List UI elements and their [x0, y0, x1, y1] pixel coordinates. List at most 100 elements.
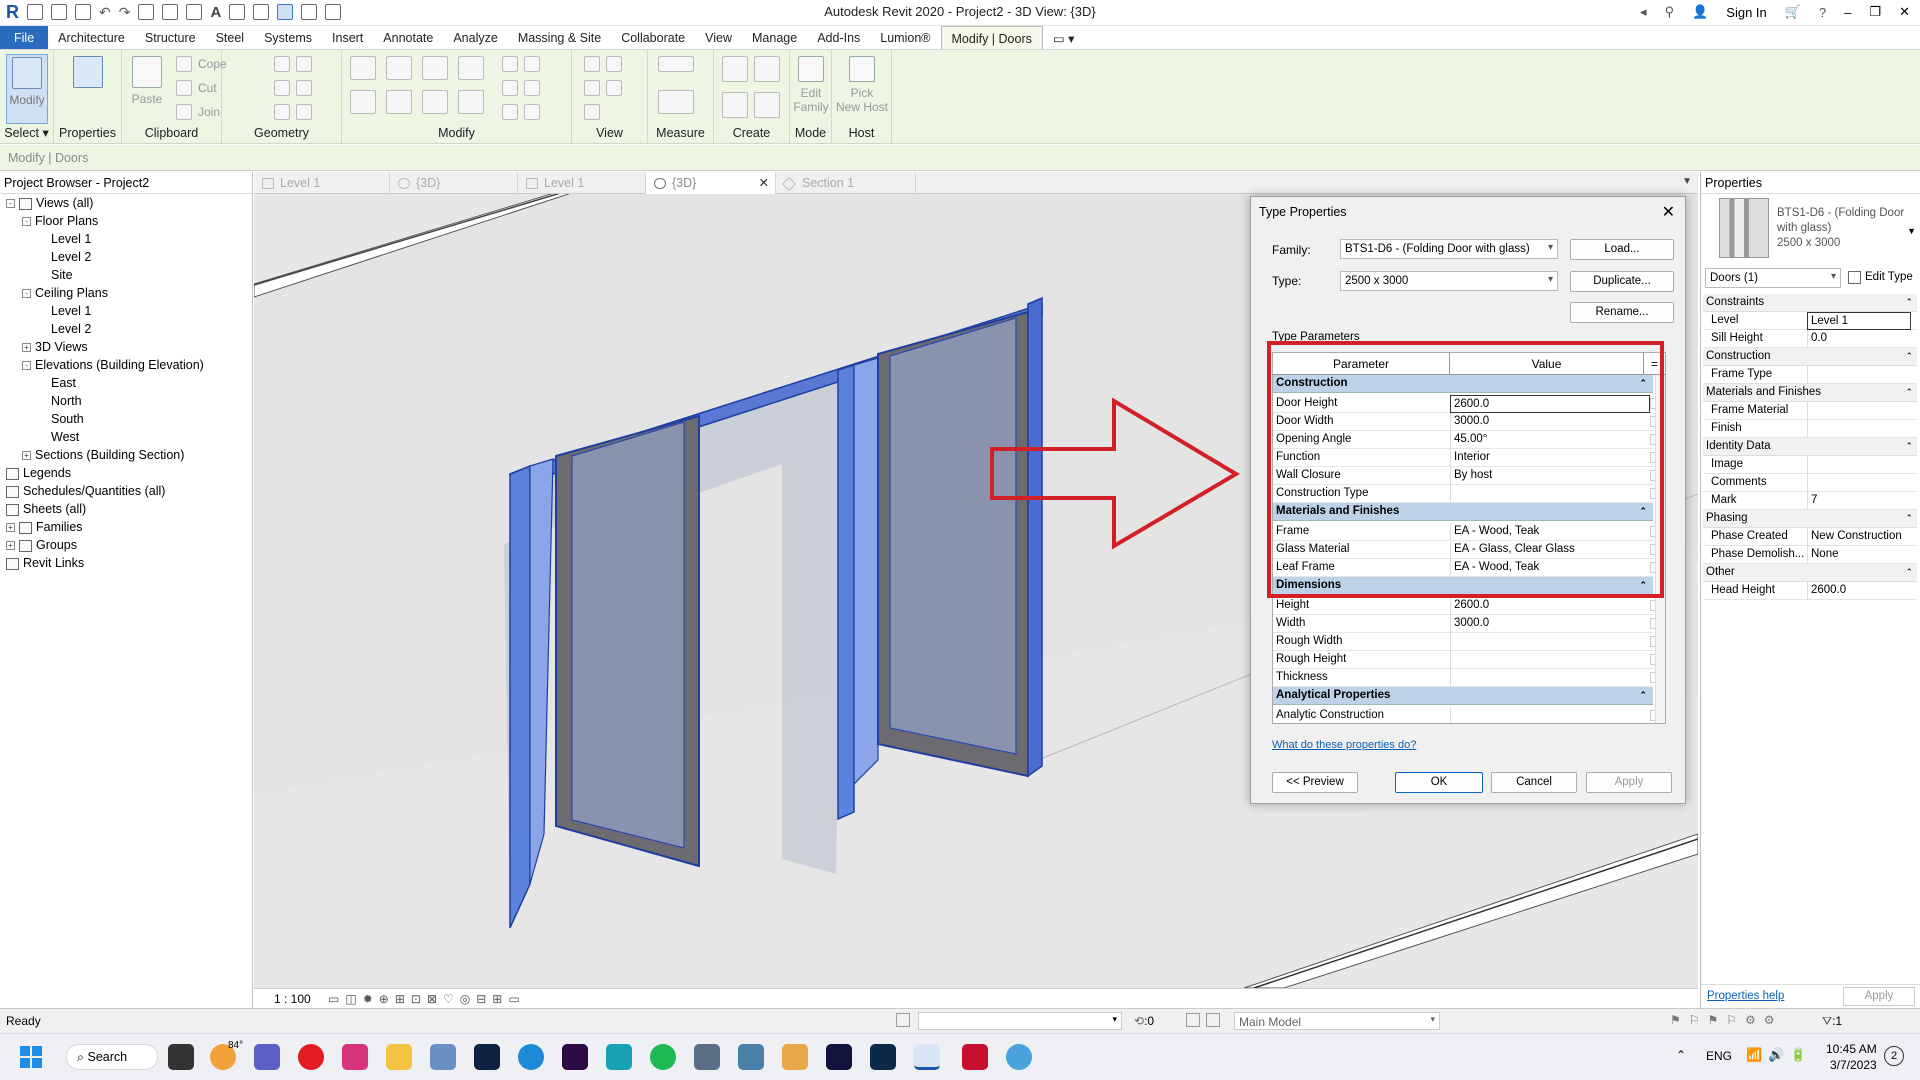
parameter-value-field[interactable] [1450, 633, 1650, 651]
modify-button[interactable]: Modify [6, 54, 48, 124]
property-value-field[interactable]: Level 1 [1807, 312, 1911, 330]
move-icon[interactable] [350, 90, 376, 114]
photoshop-icon[interactable] [870, 1044, 896, 1070]
mirror-icon[interactable] [422, 56, 448, 80]
collapse-group-icon[interactable]: ⌃ [1905, 510, 1913, 527]
collapse-icon[interactable]: - [22, 361, 31, 371]
ribbon-tab[interactable]: Insert [322, 26, 373, 49]
language-indicator[interactable]: ENG [1706, 1049, 1732, 1063]
array-icon[interactable] [524, 56, 540, 72]
filter-icon[interactable] [606, 80, 622, 96]
instagram-icon[interactable] [342, 1044, 368, 1070]
collapse-group-icon[interactable]: ⌃ [1639, 503, 1647, 520]
properties-help-link[interactable]: Properties help [1707, 990, 1784, 1002]
dialog-close-icon[interactable]: ✕ [1662, 202, 1675, 222]
property-value-field[interactable] [1807, 474, 1911, 492]
property-group-header[interactable]: Phasing ⌃ [1703, 510, 1917, 528]
parameter-group-header[interactable]: Analytical Properties ⌃ [1273, 687, 1653, 705]
tray-overflow-icon[interactable]: ⌃ [1676, 1048, 1686, 1062]
property-value-field[interactable]: 2600.0 [1807, 582, 1911, 600]
edit-family-button[interactable]: Edit Family [790, 54, 832, 124]
create-group-icon[interactable] [722, 92, 748, 118]
property-value-field[interactable]: 0.0 [1807, 330, 1911, 348]
file-explorer-icon[interactable] [386, 1044, 412, 1070]
collapse-group-icon[interactable]: ⌃ [1905, 348, 1913, 365]
tree-item[interactable]: - Floor Plans [22, 212, 98, 230]
design-options-icon[interactable] [1186, 1013, 1200, 1027]
property-value-field[interactable]: 7 [1807, 492, 1911, 510]
property-value-field[interactable] [1807, 366, 1911, 384]
expand-icon[interactable]: + [6, 523, 15, 533]
tree-item[interactable]: + Sections (Building Section) [22, 446, 184, 464]
tree-item[interactable]: North [38, 392, 82, 410]
dimension-icon[interactable] [658, 90, 694, 114]
geometry-tool-icon[interactable] [274, 80, 290, 96]
load-button[interactable]: Load... [1570, 239, 1674, 260]
ribbon-tab[interactable]: Analyze [443, 26, 507, 49]
property-group-header[interactable]: Constraints ⌃ [1703, 294, 1917, 312]
close-window-icon[interactable]: ✕ [1899, 4, 1910, 20]
rename-button[interactable]: Rename... [1570, 302, 1674, 323]
ribbon-tab[interactable]: Modify | Doors [940, 26, 1043, 49]
ribbon-tab[interactable]: Manage [742, 26, 807, 49]
create-parts-icon[interactable] [754, 56, 780, 82]
lightroom-icon[interactable] [474, 1044, 500, 1070]
help-icon[interactable]: ? [1819, 5, 1826, 20]
selection-toggle-icons[interactable]: ⚑⚐⚑⚐⚙⚙ [1670, 1013, 1783, 1027]
cut-button[interactable]: Cut [176, 80, 217, 96]
media-icon[interactable] [782, 1044, 808, 1070]
create-similar-icon[interactable] [754, 92, 780, 118]
property-value-field[interactable] [1807, 456, 1911, 474]
property-group-header[interactable]: Materials and Finishes ⌃ [1703, 384, 1917, 402]
user-icon[interactable]: 👤 [1692, 4, 1708, 20]
geometry-tool-icon[interactable] [274, 56, 290, 72]
rotate-icon[interactable] [422, 90, 448, 114]
tree-item[interactable]: Level 2 [38, 320, 91, 338]
tree-item[interactable]: Site [38, 266, 73, 284]
hide-icon[interactable] [584, 56, 600, 72]
scale-icon[interactable] [502, 80, 518, 96]
geometry-tool-icon[interactable] [296, 104, 312, 120]
tree-item[interactable]: + Groups [6, 536, 77, 554]
opera-icon[interactable] [298, 1044, 324, 1070]
help-link[interactable]: What do these properties do? [1272, 739, 1416, 751]
join-button[interactable]: Join [176, 104, 220, 120]
tree-item[interactable]: +3D Views [22, 338, 88, 356]
app-icon[interactable] [738, 1044, 764, 1070]
parameter-value-field[interactable]: EA - Glass, Clear Glass [1450, 541, 1650, 559]
split-icon[interactable] [502, 56, 518, 72]
parameter-value-field[interactable]: Interior [1450, 449, 1650, 467]
tree-item[interactable]: South [38, 410, 84, 428]
task-view-icon[interactable] [168, 1044, 194, 1070]
collapse-icon[interactable]: - [22, 289, 31, 299]
align-icon[interactable] [350, 56, 376, 80]
tree-item[interactable]: Sheets (all) [6, 500, 86, 518]
minimize-icon[interactable]: – [1844, 5, 1851, 20]
sign-in-link[interactable]: Sign In [1726, 5, 1766, 20]
select-panel-label[interactable]: Select ▾ [0, 125, 53, 140]
ribbon-tab[interactable]: Structure [135, 26, 206, 49]
app-icon[interactable] [694, 1044, 720, 1070]
property-value-field[interactable] [1807, 402, 1911, 420]
parameter-value-field[interactable]: By host [1450, 467, 1650, 485]
type-selector-arrow-icon[interactable]: ▼ [1907, 226, 1916, 236]
edit-type-button[interactable]: Edit Type [1845, 268, 1917, 288]
3ds-max-icon[interactable] [606, 1044, 632, 1070]
tree-item[interactable]: - Views (all) [6, 194, 93, 212]
cancel-button[interactable]: Cancel [1491, 772, 1577, 793]
property-value-field[interactable]: None [1807, 546, 1911, 564]
edge-icon[interactable] [518, 1044, 544, 1070]
duplicate-button[interactable]: Duplicate... [1570, 271, 1674, 292]
revit-taskbar-icon[interactable] [914, 1044, 940, 1070]
collapse-group-icon[interactable]: ⌃ [1639, 577, 1647, 594]
table-scrollbar[interactable] [1655, 375, 1665, 723]
spotify-icon[interactable] [650, 1044, 676, 1070]
measure-distance-icon[interactable] [658, 56, 694, 72]
type-selector[interactable]: BTS1-D6 - (Folding Door with glass) 2500… [1777, 206, 1904, 251]
cope-button[interactable]: Cope [176, 56, 227, 72]
ribbon-tab[interactable]: Lumion® [870, 26, 940, 49]
tree-item[interactable]: Level 1 [38, 302, 91, 320]
parameter-value-field[interactable] [1450, 651, 1650, 669]
properties-apply-button[interactable]: Apply [1843, 987, 1915, 1006]
preview-button[interactable]: << Preview [1272, 772, 1358, 793]
